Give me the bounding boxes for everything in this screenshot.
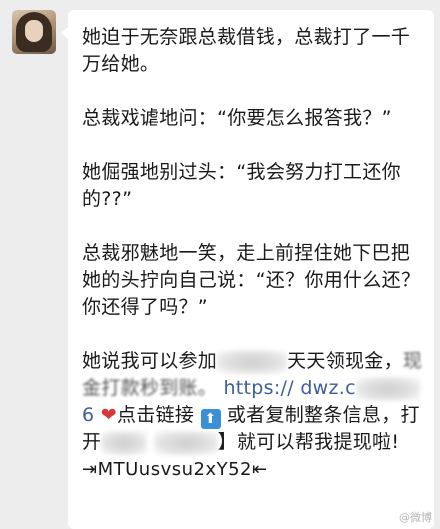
- message-paragraph-4: 总裁邪魅地一笑，走上前捏住她下巴把她的头拧向自己说：“还？你用什么还？你还得了吗…: [82, 242, 421, 318]
- message-paragraph-2: 总裁戏谑地问：“你要怎么报答我？”: [82, 107, 392, 129]
- share-code[interactable]: ⇥MTUusvsu2xY52⇤: [82, 459, 268, 480]
- redacted-app-name: [217, 349, 288, 374]
- avatar-face: [25, 20, 43, 42]
- text-segment: 点击链接: [116, 404, 195, 426]
- text-segment: 天天领现金，: [287, 350, 403, 372]
- avatar[interactable]: [12, 10, 56, 54]
- message-paragraph-3: 她倔强地别过头：“我会努力打工还你的??”: [82, 161, 401, 210]
- watermark: @微博: [399, 511, 432, 524]
- redacted-url: [355, 376, 420, 401]
- url-link[interactable]: https://: [223, 377, 294, 399]
- url-link-host[interactable]: dwz.c: [300, 377, 356, 399]
- up-arrow-icon: ⬆: [200, 409, 221, 429]
- heart-icon: ❤: [100, 404, 117, 426]
- message-paragraph-5: 她说我可以参加 天天领现金，现金打款秒到账。 https:// dwz.c6 ❤点…: [82, 348, 424, 483]
- url-link-tail[interactable]: 6: [82, 404, 94, 426]
- text-segment: 】就可以帮我提现啦!: [217, 431, 400, 453]
- message-paragraph-1: 她迫于无奈跟总裁借钱，总裁打了一千万给她。: [82, 26, 411, 75]
- redacted-app-name-2: [101, 430, 148, 455]
- redacted-app-name-3: [153, 430, 218, 455]
- chat-view: 她迫于无奈跟总裁借钱，总裁打了一千万给她。 总裁戏谑地问：“你要怎么报答我？” …: [0, 0, 440, 529]
- text-segment: 她说我可以参加: [82, 350, 218, 372]
- message-bubble[interactable]: 她迫于无奈跟总裁借钱，总裁打了一千万给她。 总裁戏谑地问：“你要怎么报答我？” …: [61, 10, 434, 529]
